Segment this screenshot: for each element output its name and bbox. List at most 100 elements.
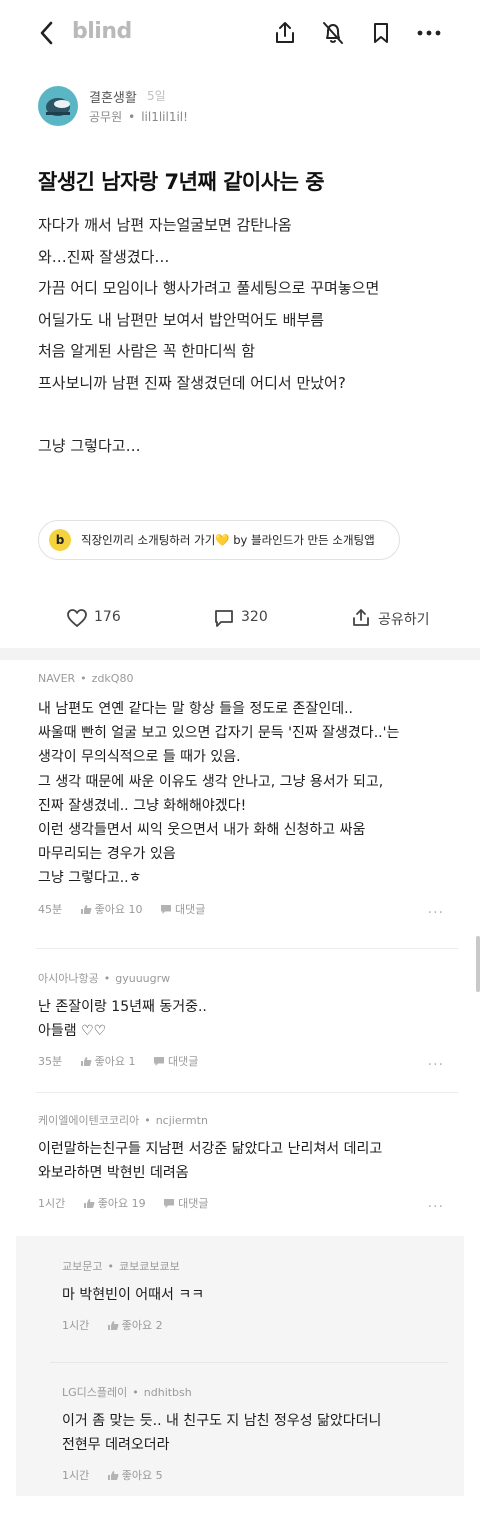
heart-icon [67,609,87,627]
comment-footer: 45분 좋아요 10 대댓글 ... [38,901,458,921]
post-body-line: 자다가 깨서 남편 자는얼굴보면 감탄나옴 [38,216,292,234]
comment-line: 아들램 ♡♡ [38,1023,107,1040]
comment-footer: 1시간 좋아요 5 [62,1467,452,1487]
post-body-line [38,399,458,431]
comment-body: 내 남편도 연옌 같다는 말 항상 들을 정도로 존잘인데.. 싸울때 빤히 얼… [38,697,458,891]
more-dots-icon[interactable]: ... [428,901,444,917]
promo-banner[interactable]: b 직장인끼리 소개팅하러 가기💛 by 블라인드가 만든 소개팅앱 [38,520,400,560]
comment-like-label: 좋아요 2 [121,1319,163,1333]
comment-time: 1시간 [38,1197,66,1211]
comment-divider [36,948,458,949]
post-title: 잘생긴 남자랑 7년째 같이사는 중 [38,170,325,194]
comment-like-button[interactable]: 좋아요 19 [83,1195,146,1211]
share-icon [353,609,369,626]
post-time: 5일 [147,89,166,103]
comment-reply-label: 대댓글 [178,1197,209,1211]
comment-time: 35분 [38,1055,63,1069]
reply-divider [50,1362,448,1363]
comment-reply-button[interactable]: 대댓글 [153,1053,198,1069]
comment-meta: 케이엘에이텐코코리아 • ncjiermtn [38,1114,208,1127]
scrollbar[interactable] [476,936,480,992]
comment-item: 아시아나항공 • gyuuugrw 난 존잘이랑 15년째 동거중.. 아들램 ♡♡… [38,970,458,1073]
comment-nickname: ndhitbsh [143,1386,192,1399]
author-company: 공무원 [89,110,123,124]
chevron-left-icon[interactable] [36,20,60,46]
comment-body: 이런말하는친구들 지남편 서강준 닮았다고 난리쳐서 데리고 와보라하면 박현빈… [38,1137,458,1185]
comment-line: 싸울때 빤히 얼굴 보고 있으면 갑자기 문득 '진짜 잘생겼다..'는 [38,725,400,742]
post-body-line: 처음 알게된 사람은 꼭 한마디씩 함 [38,342,256,360]
share-upload-icon[interactable] [272,20,298,46]
comment-line: 그 생각 때문에 싸운 이유도 생각 안나고, 그냥 용서가 되고, [38,773,384,790]
bookmark-icon[interactable] [368,20,394,46]
comment-company: 아시아나항공 [38,972,99,985]
comment-reply-label: 대댓글 [167,1055,199,1069]
like-count: 176 [94,609,121,625]
comment-like-button[interactable]: 좋아요 2 [107,1317,163,1333]
thumbs-up-icon [80,1057,92,1067]
comment-line: 난 존잘이랑 15년째 동거중.. [38,999,207,1015]
comment-nickname: ncjiermtn [155,1114,208,1127]
comment-time: 45분 [38,902,63,916]
board-name[interactable]: 결혼생활 [89,87,137,106]
comment-footer: 1시간 좋아요 19 대댓글 ... [38,1195,458,1215]
comment-body: 난 존잘이랑 15년째 동거중.. 아들램 ♡♡ [38,995,458,1043]
reply-item: 교보문고 • 쿄보쿄보쿄보 마 박현빈이 어때서 ㅋㅋ 1시간 좋아요 2 [62,1258,442,1337]
comment-footer: 1시간 좋아요 2 [62,1317,442,1337]
comment-body: 이거 좀 맞는 듯.. 내 친구도 지 남친 정우성 닮았다더니 전현무 데려오… [62,1409,452,1457]
comment-line: 전현무 데려오더라 [62,1437,170,1454]
comment-body: 마 박현빈이 어때서 ㅋㅋ [62,1283,442,1307]
comment-line: 이런말하는친구들 지남편 서강준 닮았다고 난리쳐서 데리고 [38,1141,383,1157]
comment-line: 와보라하면 박현빈 데려옴 [38,1165,189,1182]
comment-line: 내 남편도 연옌 같다는 말 항상 들을 정도로 존잘인데.. [38,701,353,717]
comment-line: 생각이 무의식적으로 들 때가 있음. [38,749,241,766]
comment-company: LG디스플레이 [62,1386,128,1399]
avatar[interactable] [38,86,78,126]
comment-count: 320 [241,609,268,625]
comment-like-label: 좋아요 19 [97,1197,146,1211]
comment-like-button[interactable]: 좋아요 10 [80,901,143,917]
comment-like-button[interactable]: 좋아요 1 [80,1053,136,1069]
post-body-line: 가끔 어디 모임이나 행사가려고 풀세팅으로 꾸며놓으면 [38,279,380,297]
brand-logo: blind [72,19,132,44]
comment-reply-label: 대댓글 [174,902,206,916]
bell-off-icon[interactable] [320,20,346,46]
comment-nickname: 쿄보쿄보쿄보 [118,1260,180,1273]
comment-meta: LG디스플레이 • ndhitbsh [62,1386,192,1399]
promo-badge: b [49,529,71,551]
thumbs-up-icon [107,1321,119,1331]
comment-nickname: gyuuugrw [115,972,171,985]
comment-like-button[interactable]: 좋아요 5 [107,1467,163,1483]
comment-footer: 35분 좋아요 1 대댓글 ... [38,1053,458,1073]
comment-line: 이거 좀 맞는 듯.. 내 친구도 지 남친 정우성 닮았다더니 [62,1413,382,1429]
comment-meta: NAVER • zdkQ80 [38,672,134,685]
comment-time: 1시간 [62,1319,90,1333]
share-label: 공유하기 [378,612,430,628]
post-body-line: 프사보니까 남편 진짜 잘생겼던데 어디서 만났어? [38,373,346,392]
comment-like-label: 좋아요 1 [94,1055,136,1069]
more-dots-icon[interactable]: ... [428,1195,444,1211]
more-dots-icon[interactable]: ... [428,1053,444,1069]
comment-like-label: 좋아요 10 [94,902,143,916]
thumbs-up-icon [80,904,92,914]
comment-like-label: 좋아요 5 [121,1469,163,1483]
comment-divider [36,1092,458,1093]
comment-line: 마 박현빈이 어때서 ㅋㅋ [62,1287,205,1303]
more-dots-icon[interactable] [416,20,442,46]
author-meta: 공무원 • lil1lil1il! [89,110,188,124]
comment-time: 1시간 [62,1469,90,1483]
post-body: 자다가 깨서 남편 자는얼굴보면 감탄나옴 와…진짜 잘생겼다… 가끔 어디 모… [38,210,458,462]
comment-line: 마무리되는 경우가 있음 [38,846,176,863]
comment-company: NAVER [38,672,76,685]
comment-company: 케이엘에이텐코코리아 [38,1114,140,1127]
comment-line: 이런 생각들면서 씨익 웃으면서 내가 화해 신청하고 싸움 [38,821,366,838]
comment-meta: 교보문고 • 쿄보쿄보쿄보 [62,1260,180,1273]
post-body-line: 그냥 그렇다고… [38,436,141,455]
comment-nickname: zdkQ80 [91,672,134,685]
reply-bubble-icon [160,904,171,914]
reply-item: LG디스플레이 • ndhitbsh 이거 좀 맞는 듯.. 내 친구도 지 남친 … [62,1384,452,1487]
reply-bubble-icon [164,1199,175,1209]
comment-reply-button[interactable]: 대댓글 [163,1195,208,1211]
comment-reply-button[interactable]: 대댓글 [160,901,205,917]
post-author: 결혼생활 5일 공무원 • lil1lil1il! [38,86,458,130]
comment-icon [215,610,233,627]
